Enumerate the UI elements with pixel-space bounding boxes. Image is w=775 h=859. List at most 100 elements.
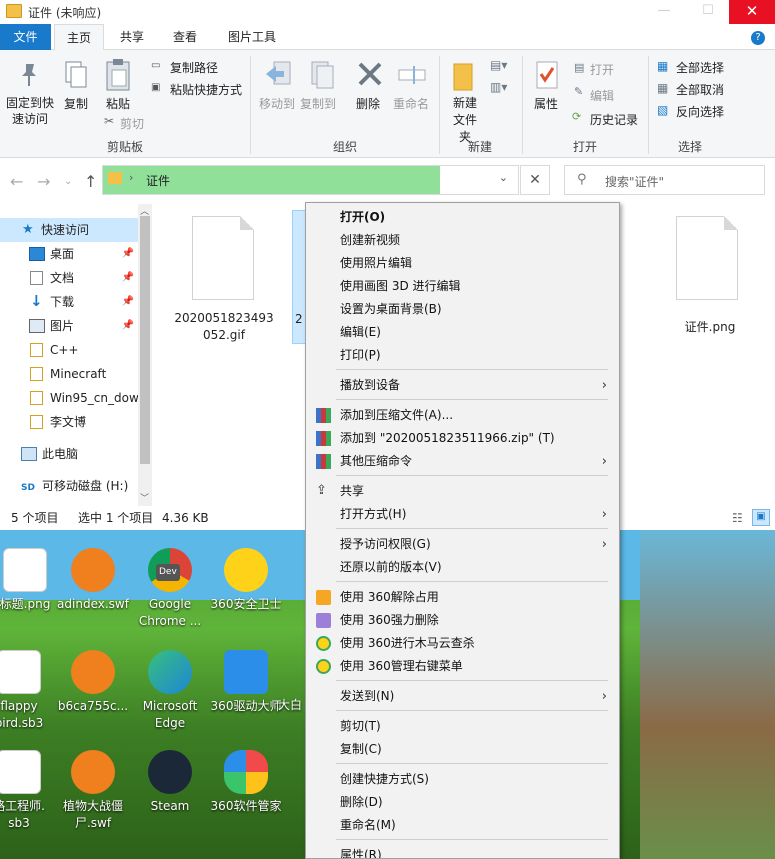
menu-item-open[interactable]: 打开(O) — [306, 206, 619, 229]
select-all-button[interactable]: 全部选择 — [676, 59, 724, 76]
menu-item-360-unlock[interactable]: 使用 360解除占用 — [306, 586, 619, 609]
menu-item-set-wallpaper[interactable]: 设置为桌面背景(B) — [306, 298, 619, 321]
easy-access-icon[interactable]: ▥▾ — [490, 80, 507, 94]
file-item[interactable]: 2020051823493 052.gif — [174, 216, 274, 346]
menu-item-360-manage-menu[interactable]: 使用 360管理右键菜单 — [306, 655, 619, 678]
tab-home[interactable]: 主页 — [54, 24, 104, 51]
menu-item-properties[interactable]: 属性(R) — [306, 844, 619, 858]
forward-arrow-icon[interactable]: → — [37, 172, 50, 191]
paste-shortcut-button[interactable]: 粘贴快捷方式 — [170, 81, 242, 98]
winrar-icon — [316, 408, 331, 423]
paste-button[interactable]: 粘贴 — [106, 95, 130, 112]
desktop-icon-road-engineer[interactable]: 路工程师. sb3 — [0, 750, 60, 832]
menu-item-360-force-delete[interactable]: 使用 360强力删除 — [306, 609, 619, 632]
menu-item-edit[interactable]: 编辑(E) — [306, 321, 619, 344]
address-input-dropdown[interactable]: ⌄ — [440, 165, 519, 195]
menu-item-create-shortcut[interactable]: 创建快捷方式(S) — [306, 768, 619, 791]
menu-item-restore-versions[interactable]: 还原以前的版本(V) — [306, 556, 619, 579]
menu-item-add-zip[interactable]: 添加到 "2020051823511966.zip" (T) — [306, 427, 619, 450]
menu-item-360-trojan-scan[interactable]: 使用 360进行木马云查杀 — [306, 632, 619, 655]
menu-item-new-video[interactable]: 创建新视频 — [306, 229, 619, 252]
nav-item-desktop[interactable]: 桌面 📌 — [0, 242, 138, 266]
nav-item-this-pc[interactable]: 此电脑 — [0, 442, 138, 466]
maximize-button[interactable]: ☐ — [688, 0, 728, 24]
back-arrow-icon[interactable]: ← — [10, 172, 23, 191]
chevron-down-icon[interactable]: ﹀ — [140, 491, 149, 504]
minimize-button[interactable]: — — [644, 0, 684, 24]
nav-item-pictures[interactable]: 图片 📌 — [0, 314, 138, 338]
desktop-icon-360-safe[interactable]: 360安全卫士 — [205, 548, 287, 613]
menu-item-photos-edit[interactable]: 使用照片编辑 — [306, 252, 619, 275]
large-icons-view-icon[interactable]: ▣ — [752, 509, 770, 526]
desktop-icon-steam[interactable]: Steam — [129, 750, 211, 815]
menu-item-add-archive[interactable]: 添加到压缩文件(A)... — [306, 404, 619, 427]
menu-item-print[interactable]: 打印(P) — [306, 344, 619, 367]
menu-item-copy[interactable]: 复制(C) — [306, 738, 619, 761]
desktop-icon-b6ca[interactable]: b6ca755c... — [52, 650, 134, 715]
copy-button[interactable]: 复制 — [64, 95, 88, 112]
file-item[interactable]: 证件.png — [660, 216, 760, 336]
pin-quick-access-button[interactable]: 固定到快速访问 — [5, 95, 55, 127]
move-to-button[interactable]: 移动到 — [259, 95, 295, 112]
menu-item-other-compress[interactable]: 其他压缩命令 › — [306, 450, 619, 473]
delete-button[interactable]: 删除 — [356, 95, 380, 112]
clipboard-group-label: 剪贴板 — [106, 140, 143, 154]
select-none-button[interactable]: 全部取消 — [676, 81, 724, 98]
download-icon: ↓ — [30, 292, 43, 310]
desktop-icon-360-software[interactable]: 360软件管家 — [205, 750, 287, 815]
nav-item-liwenbo[interactable]: 李文博 — [0, 410, 138, 434]
menu-item-cut[interactable]: 剪切(T) — [306, 715, 619, 738]
menu-item-rename[interactable]: 重命名(M) — [306, 814, 619, 837]
menu-item-grant-access[interactable]: 授予访问权限(G) › — [306, 533, 619, 556]
select-all-icon: ▦ — [657, 59, 669, 73]
nav-item-downloads[interactable]: ↓ 下载 📌 — [0, 290, 138, 314]
nav-item-win95[interactable]: Win95_cn_dow — [0, 386, 138, 410]
cut-button[interactable]: 剪切 — [120, 115, 144, 132]
breadcrumb[interactable]: 证件 — [146, 172, 170, 189]
help-icon[interactable]: ? — [751, 31, 765, 45]
edit-button[interactable]: 编辑 — [590, 87, 614, 104]
properties-button[interactable]: 属性 — [534, 95, 558, 112]
nav-item-minecraft[interactable]: Minecraft — [0, 362, 138, 386]
menu-item-paint3d[interactable]: 使用画图 3D 进行编辑 — [306, 275, 619, 298]
menu-item-share[interactable]: ⇪ 共享 — [306, 480, 619, 503]
new-item-icon[interactable]: ▤▾ — [490, 58, 507, 72]
tab-file[interactable]: 文件 — [0, 24, 51, 50]
close-button[interactable]: ✕ — [729, 0, 775, 24]
desktop-icon-chrome-dev[interactable]: Dev Google Chrome ... — [129, 548, 211, 630]
file-icon — [0, 750, 41, 794]
open-button[interactable]: 打开 — [590, 61, 614, 78]
history-icon: ⟳ — [572, 110, 582, 123]
copy-path-button[interactable]: 复制路径 — [170, 59, 218, 76]
desktop-icon-edge[interactable]: Microsoft Edge — [129, 650, 211, 732]
file-icon — [192, 216, 254, 300]
desktop-icon-pvz[interactable]: 植物大战僵 尸.swf — [52, 750, 134, 832]
tab-share[interactable]: 共享 — [108, 24, 156, 50]
invert-selection-button[interactable]: 反向选择 — [676, 103, 724, 120]
desktop-icon-adindex[interactable]: adindex.swf — [52, 548, 134, 613]
tab-picture-tools[interactable]: 图片工具 — [216, 24, 288, 50]
menu-item-send-to[interactable]: 发送到(N) › — [306, 685, 619, 708]
details-view-icon[interactable]: ☷ — [732, 506, 743, 530]
tab-view[interactable]: 查看 — [160, 24, 210, 50]
steam-icon — [148, 750, 192, 794]
close-icon[interactable]: ✕ — [520, 165, 550, 195]
desktop-icon-partial[interactable]: 大白 — [270, 697, 310, 714]
nav-item-documents[interactable]: 文档 📌 — [0, 266, 138, 290]
menu-item-delete[interactable]: 删除(D) — [306, 791, 619, 814]
desktop-icon-flappy[interactable]: flappy bird.sb3 — [0, 650, 60, 732]
search-input[interactable]: ⚲ 搜索"证件" — [564, 165, 765, 195]
up-arrow-icon[interactable]: ↑ — [84, 172, 97, 191]
file-item-selected[interactable]: 2 — [292, 210, 306, 344]
nav-item-quick-access[interactable]: ★ 快速访问 — [0, 218, 138, 242]
recent-chevron-down-icon[interactable]: ⌄ — [64, 176, 72, 187]
menu-item-cast[interactable]: 播放到设备 › — [306, 374, 619, 397]
nav-scrollbar-thumb[interactable] — [140, 216, 150, 464]
rename-button[interactable]: 重命名 — [393, 95, 429, 112]
nav-scrollbar[interactable]: ︿ ﹀ — [138, 204, 152, 506]
nav-item-cpp[interactable]: C++ — [0, 338, 138, 362]
nav-item-removable-disk[interactable]: SD 可移动磁盘 (H:) — [0, 474, 138, 498]
copy-to-button[interactable]: 复制到 — [300, 95, 336, 112]
history-button[interactable]: 历史记录 — [590, 111, 638, 128]
menu-item-open-with[interactable]: 打开方式(H) › — [306, 503, 619, 526]
